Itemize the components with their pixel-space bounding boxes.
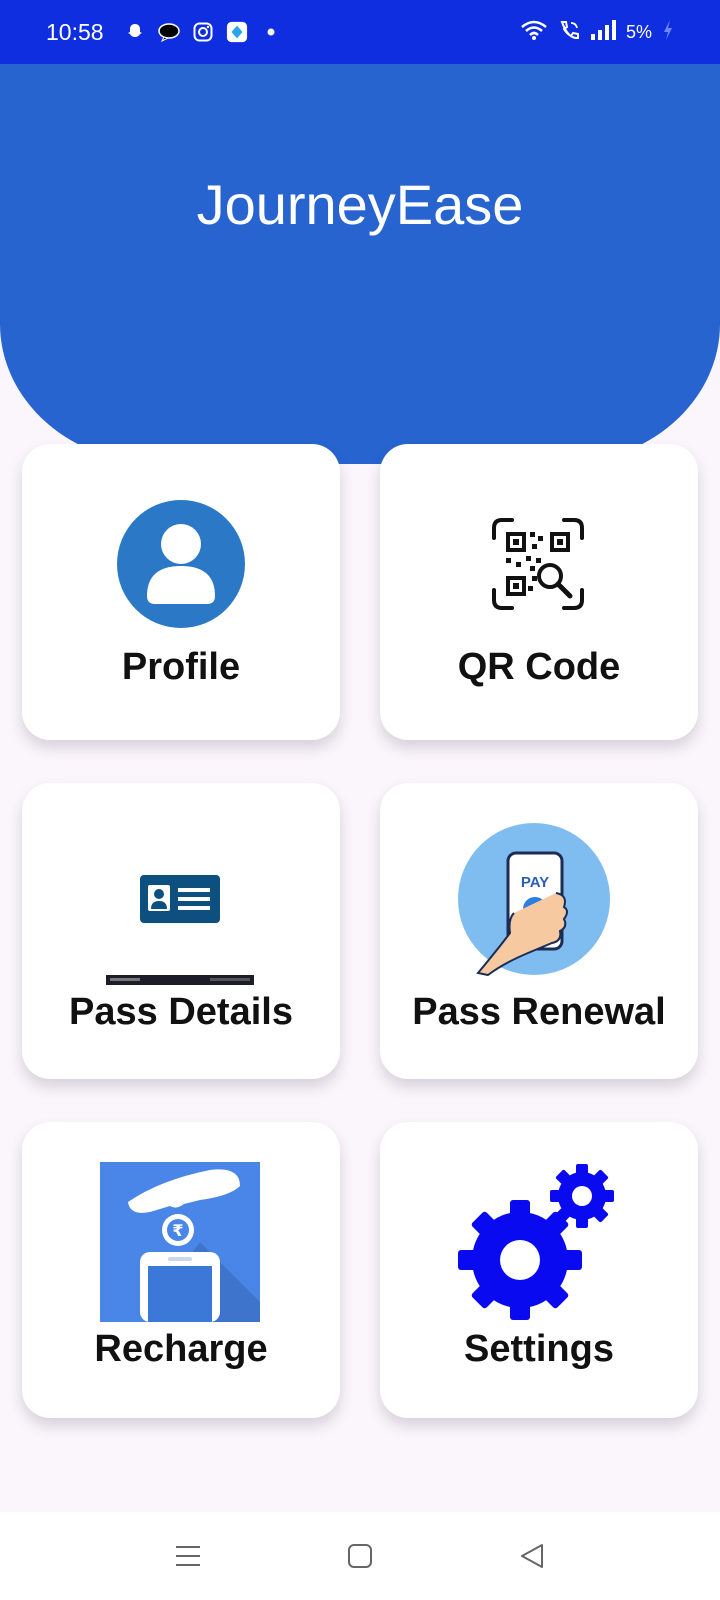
qr-scan-icon — [492, 518, 584, 615]
dot-icon — [260, 21, 282, 43]
recharge-label: Recharge — [94, 1328, 268, 1370]
menu-icon[interactable] — [166, 1534, 210, 1578]
system-nav-bar — [0, 1512, 720, 1600]
chat-icon — [157, 21, 180, 43]
qr-code-label: QR Code — [457, 646, 621, 688]
wifi-call-icon — [558, 19, 580, 46]
battery-charging-icon — [662, 19, 674, 46]
settings-label: Settings — [464, 1328, 614, 1370]
profile-label: Profile — [121, 646, 241, 688]
battery-text: 5% — [625, 21, 652, 42]
signal-icon — [590, 19, 616, 46]
instagram-icon — [192, 21, 214, 43]
app-title: JourneyEase — [196, 173, 524, 236]
svg-text:₹: ₹ — [172, 1221, 183, 1240]
pass-renewal-card[interactable]: PAY Pass Renewal — [380, 783, 698, 1079]
id-card-icon — [140, 875, 220, 928]
recharge-card[interactable]: ₹ Recharge — [22, 1122, 340, 1418]
status-time: 10:58 — [46, 18, 104, 45]
pass-details-card[interactable]: Pass Details — [22, 783, 340, 1079]
watermark-strip — [106, 972, 254, 990]
home-icon[interactable] — [338, 1534, 382, 1578]
app-icon — [226, 21, 248, 43]
pass-renewal-label: Pass Renewal — [412, 991, 666, 1033]
app-header — [0, 64, 720, 464]
profile-card[interactable]: Profile — [22, 444, 340, 740]
svg-text:PAY: PAY — [521, 874, 549, 891]
recharge-icon: ₹ — [100, 1162, 260, 1327]
profile-icon — [117, 500, 245, 633]
pass-details-label: Pass Details — [69, 991, 293, 1033]
wifi-icon — [520, 19, 548, 46]
gears-icon — [456, 1160, 618, 1327]
status-bar: 10:58 5% — [0, 0, 720, 64]
settings-card[interactable]: Settings — [380, 1122, 698, 1418]
notification-icons — [124, 21, 282, 43]
back-icon[interactable] — [510, 1534, 554, 1578]
snapchat-icon — [124, 21, 146, 43]
system-status: 5% — [520, 19, 674, 46]
qr-code-card[interactable]: QR Code — [380, 444, 698, 740]
phone-pay-icon: PAY — [458, 823, 618, 988]
